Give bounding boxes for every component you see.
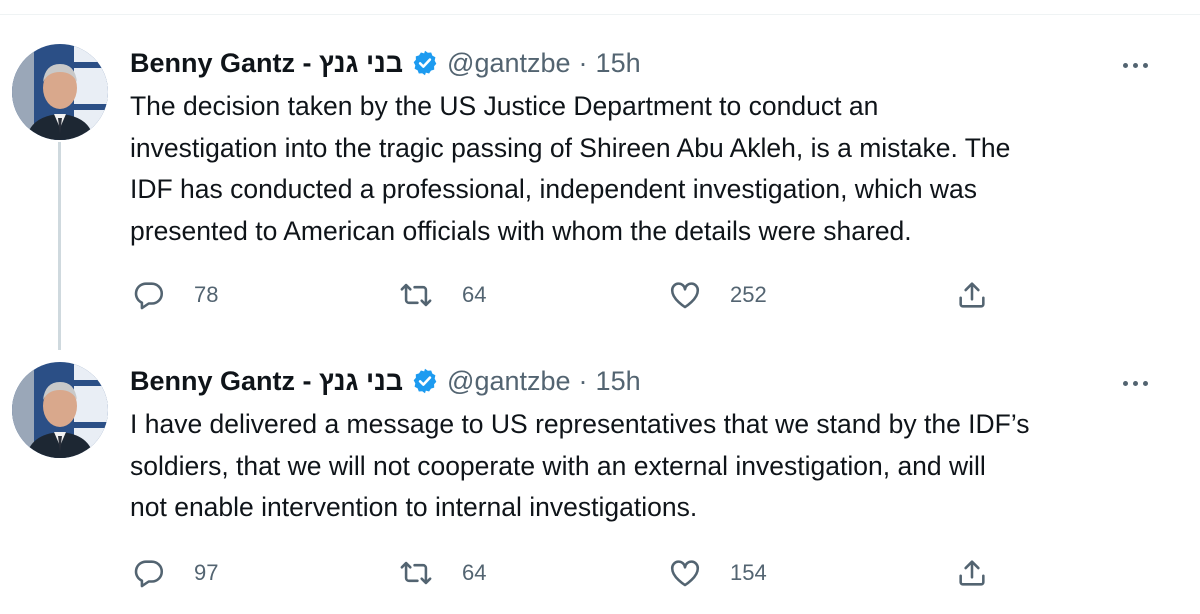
avatar-image (12, 362, 108, 458)
like-icon (670, 282, 700, 309)
share-button[interactable] (955, 275, 989, 315)
tweet-actions: 78 64 252 (130, 275, 1130, 315)
like-button[interactable]: 154 (668, 553, 767, 593)
avatar[interactable] (12, 362, 108, 458)
like-count: 154 (730, 560, 767, 585)
tweet[interactable]: Benny Gantz - בני גנץ @gantzbe · 15h The… (0, 40, 1200, 330)
like-button[interactable]: 252 (668, 275, 767, 315)
retweet-button[interactable]: 64 (398, 553, 486, 593)
share-icon (959, 282, 985, 308)
reply-icon (134, 282, 164, 310)
more-options-icon (1122, 380, 1128, 386)
like-icon (670, 560, 700, 587)
share-icon (959, 560, 985, 586)
retweet-button[interactable]: 64 (398, 275, 486, 315)
top-divider (0, 0, 1200, 15)
reply-icon (134, 560, 164, 588)
tweet-timestamp[interactable]: 15h (596, 48, 641, 79)
tweet-text-line: investigation into the tragic passing of… (130, 132, 1011, 163)
more-options-icon (1142, 380, 1148, 386)
tweet-text: The decision taken by the US Justice Dep… (130, 86, 1170, 252)
tweet-text-line: I have delivered a message to US represe… (130, 409, 1030, 439)
retweet-icon (400, 561, 432, 585)
author-handle[interactable]: @gantzbe (447, 366, 571, 397)
avatar[interactable] (12, 44, 108, 140)
tweet-header: Benny Gantz - בני גנץ @gantzbe · 15h (130, 358, 1170, 404)
tweet-text-line: IDF has conducted a professional, indepe… (130, 174, 978, 204)
reply-button[interactable]: 78 (132, 275, 218, 315)
avatar-image (12, 44, 108, 140)
author-name[interactable]: Benny Gantz - בני גנץ (130, 48, 403, 79)
tweet-text-line: The decision taken by the US Justice Dep… (130, 91, 879, 121)
tweet-actions: 97 64 154 (130, 553, 1130, 593)
retweet-count: 64 (462, 560, 487, 585)
tweet-text-line: soldiers, that we will not cooperate wit… (130, 450, 986, 481)
author-name[interactable]: Benny Gantz - בני גנץ (130, 366, 403, 397)
retweet-count: 64 (462, 282, 487, 307)
tweet-text-line: presented to American officials with who… (130, 215, 912, 246)
tweet-text-line: not enable intervention to internal inve… (130, 492, 698, 522)
tweet-header: Benny Gantz - בני גנץ @gantzbe · 15h (130, 40, 1170, 86)
author-handle[interactable]: @gantzbe (447, 48, 571, 79)
tweet-content: Benny Gantz - בני גנץ @gantzbe · 15h I h… (130, 358, 1170, 588)
timeline: Benny Gantz - בני גנץ @gantzbe · 15h The… (0, 0, 1200, 614)
retweet-icon (400, 283, 432, 307)
more-options-button[interactable] (1115, 368, 1155, 398)
tweet-content: Benny Gantz - בני גנץ @gantzbe · 15h The… (130, 40, 1170, 310)
verified-badge-icon (411, 367, 439, 395)
reply-button[interactable]: 97 (132, 553, 218, 593)
tweet-timestamp[interactable]: 15h (596, 366, 641, 397)
like-count: 252 (730, 282, 767, 307)
tweet-text: I have delivered a message to US represe… (130, 404, 1170, 529)
share-button[interactable] (955, 553, 989, 593)
header-separator: · (578, 47, 588, 78)
more-options-icon (1122, 62, 1128, 68)
more-options-icon (1132, 380, 1138, 386)
more-options-icon (1142, 62, 1148, 68)
reply-count: 78 (194, 282, 219, 307)
more-options-button[interactable] (1115, 50, 1155, 80)
more-options-icon (1132, 62, 1138, 68)
verified-badge-icon (411, 49, 439, 77)
header-separator: · (578, 365, 588, 396)
reply-count: 97 (194, 560, 219, 585)
tweet[interactable]: Benny Gantz - בני גנץ @gantzbe · 15h I h… (0, 358, 1200, 608)
